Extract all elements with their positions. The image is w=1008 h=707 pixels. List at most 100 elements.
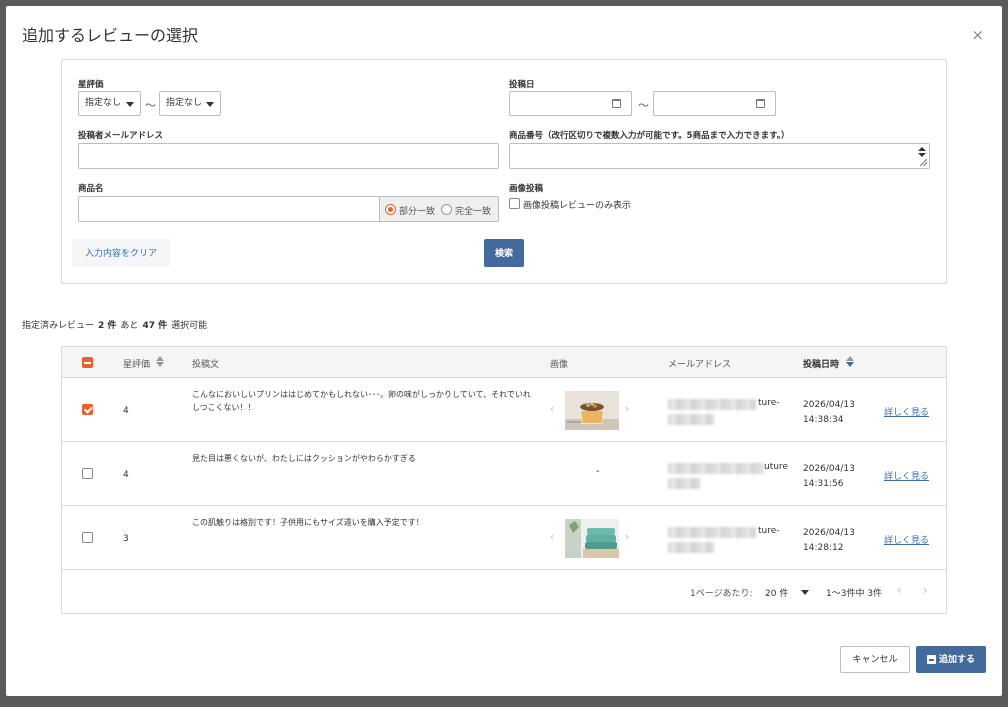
date-range-tilde: 〜: [638, 99, 649, 112]
row-body: 見た目は悪くないが、わたしにはクッションがやわらかすぎる: [192, 454, 416, 463]
row-checkbox[interactable]: [82, 404, 93, 415]
image-post-label: 画像投稿: [509, 184, 544, 194]
match-partial-label: 部分一致: [399, 207, 436, 217]
selection-suffix: 選択可能: [171, 321, 208, 331]
selection-count: 指定済みレビュー 2 件あと 47 件選択可能: [22, 318, 207, 331]
row-datetime: 2026/04/13 14:28:12: [803, 526, 855, 556]
header-image: 画像: [550, 360, 569, 370]
chevron-down-icon: [206, 102, 214, 107]
email-redacted: [668, 463, 764, 474]
email-redacted: [668, 414, 714, 425]
add-button[interactable]: 追加する: [916, 646, 986, 673]
selection-prefix: 指定済みレビュー: [22, 321, 95, 331]
image-only-label: 画像投稿レビューのみ表示: [523, 201, 632, 211]
selected-count: 2 件: [98, 321, 117, 331]
email-redacted: [668, 527, 756, 538]
row-email: ture-: [758, 526, 780, 536]
row-star: 4: [123, 406, 129, 416]
match-mode-group: 部分一致 完全一致: [380, 196, 499, 222]
detail-link[interactable]: 詳しく見る: [884, 533, 929, 546]
chevron-right-icon[interactable]: ›: [625, 530, 629, 543]
remaining-count: 47 件: [142, 321, 168, 331]
image-only-checkbox[interactable]: [509, 198, 520, 209]
product-name-input[interactable]: [78, 196, 380, 222]
row-time: 14:38:34: [803, 415, 844, 425]
header-email: メールアドレス: [668, 360, 732, 370]
email-redacted: [668, 542, 714, 553]
table-header: 星評価 投稿文 画像 メールアドレス 投稿日時: [62, 347, 946, 378]
star-to-select[interactable]: 指定なし: [159, 91, 221, 116]
prev-page-icon[interactable]: ‹: [897, 583, 902, 597]
post-date-to-input[interactable]: [653, 91, 776, 116]
row-time: 14:31:56: [803, 479, 844, 489]
row-image-carousel: ‹ ›: [550, 390, 638, 430]
chevron-left-icon[interactable]: ‹: [550, 402, 554, 415]
chevron-down-icon: [126, 102, 134, 107]
selection-middle: あと: [120, 321, 139, 331]
email-input[interactable]: [78, 143, 499, 169]
star-from-value: 指定なし: [85, 98, 122, 108]
row-date: 2026/04/13: [803, 400, 855, 410]
row-body: こんなにおいしいプリンははじめてかもしれない･･･。卵の味がしっかりしていて、そ…: [192, 390, 531, 412]
sort-icon[interactable]: [156, 356, 164, 368]
modal-title: 追加するレビューの選択: [22, 26, 199, 45]
post-date-label: 投稿日: [509, 80, 535, 90]
email-label: 投稿者メールアドレス: [78, 131, 164, 141]
page-range: 1〜3件中 3件: [826, 589, 883, 599]
email-redacted: [668, 478, 700, 489]
chevron-down-icon[interactable]: [801, 590, 809, 595]
per-page-select[interactable]: 20 件: [765, 586, 788, 599]
select-all-checkbox[interactable]: [82, 357, 93, 368]
resize-handle[interactable]: [917, 146, 927, 166]
row-checkbox[interactable]: [82, 468, 93, 479]
range-tilde: 〜: [145, 99, 156, 112]
row-email: ture-: [758, 398, 780, 408]
row-email: uture: [764, 462, 788, 472]
row-date: 2026/04/13: [803, 528, 855, 538]
chevron-right-icon[interactable]: ›: [625, 402, 629, 415]
match-exact-label: 完全一致: [455, 207, 492, 217]
star-filter-label: 星評価: [78, 80, 104, 90]
table-row[interactable]: 4 見た目は悪くないが、わたしにはクッションがやわらかすぎる - uture 2…: [62, 442, 946, 506]
header-body: 投稿文: [192, 360, 220, 370]
match-exact-radio[interactable]: [441, 204, 452, 215]
table-row[interactable]: 4 こんなにおいしいプリンははじめてかもしれない･･･。卵の味がしっかりしていて…: [62, 378, 946, 442]
calendar-icon: [756, 99, 765, 108]
towel-image: [565, 519, 619, 558]
row-datetime: 2026/04/13 14:31:56: [803, 462, 855, 492]
close-icon[interactable]: ×: [971, 26, 984, 44]
star-to-value: 指定なし: [166, 98, 203, 108]
clear-button[interactable]: 入力内容をクリア: [72, 239, 170, 267]
add-button-label: 追加する: [939, 654, 976, 664]
no-image-placeholder: -: [596, 466, 600, 477]
search-button[interactable]: 検索: [484, 239, 524, 267]
email-redacted: [668, 399, 756, 410]
cancel-button[interactable]: キャンセル: [840, 646, 910, 673]
per-page-label: 1ページあたり:: [690, 589, 753, 599]
product-no-label: 商品番号（改行区切りで複数入力が可能です。5商品まで入力できます。）: [509, 131, 790, 141]
row-star: 4: [123, 470, 129, 480]
header-star[interactable]: 星評価: [123, 357, 150, 370]
product-no-textarea[interactable]: [509, 143, 930, 169]
product-name-label: 商品名: [78, 184, 104, 194]
next-page-icon[interactable]: ›: [923, 583, 928, 597]
sort-desc-icon[interactable]: [846, 356, 854, 368]
chevron-left-icon[interactable]: ‹: [550, 530, 554, 543]
detail-link[interactable]: 詳しく見る: [884, 405, 929, 418]
post-date-from-input[interactable]: [509, 91, 632, 116]
pudding-image: [565, 391, 619, 430]
star-from-select[interactable]: 指定なし: [78, 91, 141, 116]
review-table: 星評価 投稿文 画像 メールアドレス 投稿日時 4 こんなにおいしいプリンははじ…: [61, 346, 947, 614]
match-partial-radio[interactable]: [385, 204, 396, 215]
minus-square-icon: [927, 655, 936, 664]
row-datetime: 2026/04/13 14:38:34: [803, 398, 855, 428]
header-datetime[interactable]: 投稿日時: [803, 357, 839, 370]
row-checkbox[interactable]: [82, 532, 93, 543]
row-image-carousel: ‹ ›: [550, 518, 638, 558]
row-body: この肌触りは格別です！子供用にもサイズ違いを購入予定です！: [192, 518, 424, 527]
row-star: 3: [123, 534, 129, 544]
table-row[interactable]: 3 この肌触りは格別です！子供用にもサイズ違いを購入予定です！ ‹ › ture…: [62, 506, 946, 570]
row-date: 2026/04/13: [803, 464, 855, 474]
calendar-icon: [612, 99, 621, 108]
detail-link[interactable]: 詳しく見る: [884, 469, 929, 482]
